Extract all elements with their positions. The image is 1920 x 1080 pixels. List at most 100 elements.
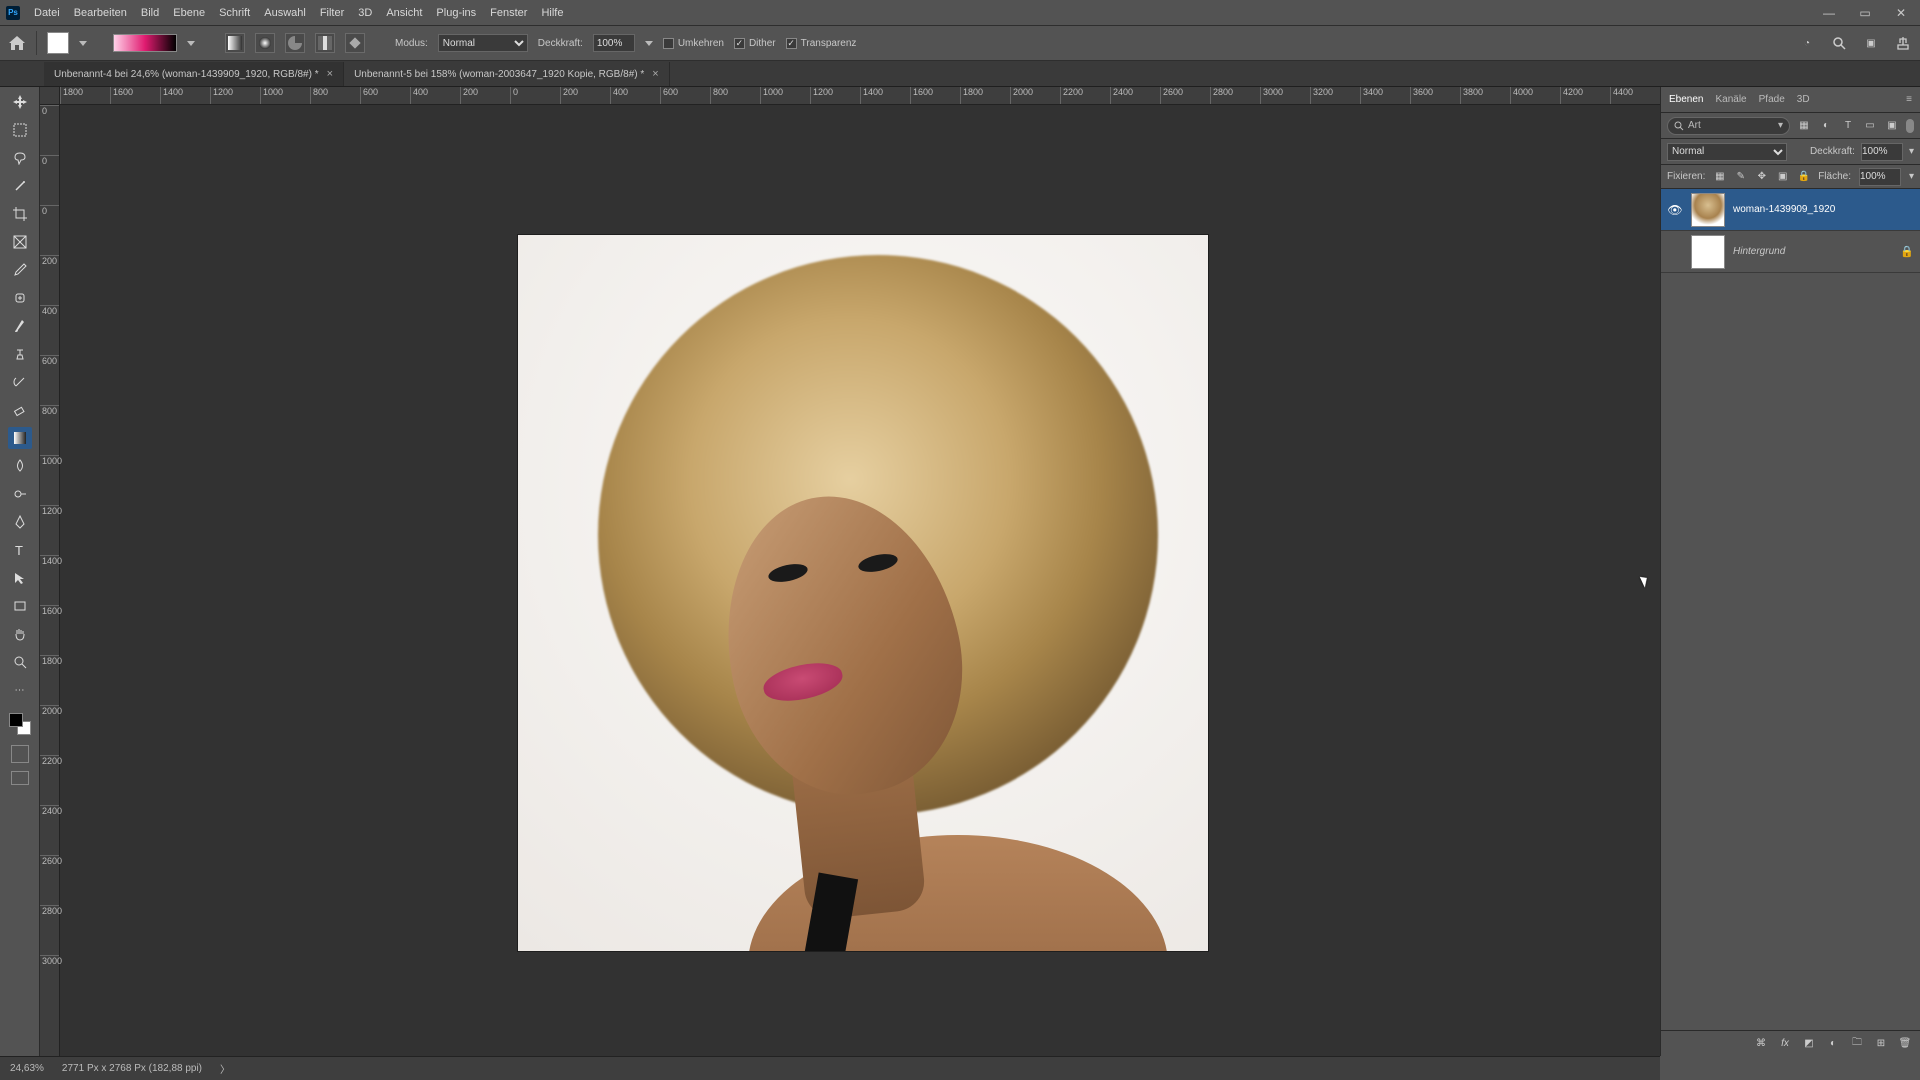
group-icon[interactable]: 🗀 — [1850, 1037, 1864, 1051]
transparenz-checkbox[interactable]: ✓ — [786, 38, 797, 49]
brush-tool[interactable] — [8, 315, 32, 337]
ruler-origin[interactable] — [40, 87, 60, 105]
filter-shape-icon[interactable]: ▭ — [1862, 118, 1878, 134]
lock-transparency-icon[interactable]: ▦ — [1713, 170, 1726, 184]
layer-row[interactable]: Hintergrund 🔒 — [1661, 231, 1920, 273]
marquee-tool[interactable] — [8, 119, 32, 141]
lock-pixels-icon[interactable]: ✎ — [1734, 170, 1747, 184]
chevron-down-icon[interactable] — [79, 41, 87, 46]
layer-name[interactable]: woman-1439909_1920 — [1733, 204, 1835, 215]
panel-menu-icon[interactable]: ≡ — [1906, 94, 1912, 105]
close-button[interactable]: ✕ — [1888, 6, 1914, 20]
layer-thumbnail[interactable] — [1691, 235, 1725, 269]
menu-bild[interactable]: Bild — [141, 7, 159, 19]
menu-3d[interactable]: 3D — [358, 7, 372, 19]
chevron-down-icon[interactable]: ▾ — [1909, 171, 1914, 182]
crop-tool[interactable] — [8, 203, 32, 225]
filter-pixel-icon[interactable]: ▦ — [1796, 118, 1812, 134]
pen-tool[interactable] — [8, 511, 32, 533]
close-icon[interactable]: × — [652, 68, 658, 80]
share-icon[interactable] — [1894, 34, 1912, 52]
rectangle-tool[interactable] — [8, 595, 32, 617]
lasso-tool[interactable] — [8, 147, 32, 169]
tab-3d[interactable]: 3D — [1797, 94, 1810, 105]
quick-mask-toggle[interactable] — [11, 745, 29, 763]
lock-all-icon[interactable]: 🔒 — [1797, 170, 1810, 184]
chevron-right-icon[interactable]: 〉 — [220, 1061, 230, 1076]
lock-position-icon[interactable]: ✥ — [1755, 170, 1768, 184]
visibility-icon[interactable]: 👁 — [1667, 203, 1683, 217]
menu-bearbeiten[interactable]: Bearbeiten — [74, 7, 127, 19]
blend-mode-select[interactable]: Normal — [438, 34, 528, 52]
document-tab[interactable]: Unbenannt-4 bei 24,6% (woman-1439909_192… — [44, 62, 344, 86]
chevron-down-icon[interactable] — [645, 41, 653, 46]
adjustment-icon[interactable]: ◐ — [1826, 1037, 1840, 1051]
canvas-viewport[interactable] — [60, 105, 1660, 1056]
chevron-down-icon[interactable]: ▾ — [1909, 146, 1914, 157]
menu-ebene[interactable]: Ebene — [173, 7, 205, 19]
maximize-button[interactable]: ▭ — [1852, 6, 1878, 20]
opacity-input[interactable] — [593, 34, 635, 52]
menu-ansicht[interactable]: Ansicht — [386, 7, 422, 19]
menu-plugins[interactable]: Plug-ins — [436, 7, 476, 19]
eyedropper-tool[interactable] — [8, 259, 32, 281]
tab-kanaele[interactable]: Kanäle — [1715, 94, 1746, 105]
type-tool[interactable]: T — [8, 539, 32, 561]
lock-icon[interactable]: 🔒 — [1900, 245, 1914, 258]
menu-filter[interactable]: Filter — [320, 7, 344, 19]
filter-toggle[interactable] — [1906, 119, 1914, 133]
screen-mode-toggle[interactable] — [11, 771, 29, 785]
search-icon[interactable] — [1830, 34, 1848, 52]
layer-name[interactable]: Hintergrund — [1733, 246, 1785, 257]
artboard[interactable] — [518, 235, 1208, 951]
layer-fill-input[interactable] — [1859, 168, 1901, 186]
foreground-background-swatch[interactable] — [9, 713, 31, 735]
history-brush-tool[interactable] — [8, 371, 32, 393]
gradient-radial-button[interactable] — [255, 33, 275, 53]
menu-fenster[interactable]: Fenster — [490, 7, 527, 19]
menu-schrift[interactable]: Schrift — [219, 7, 250, 19]
gradient-angle-button[interactable] — [285, 33, 305, 53]
menu-auswahl[interactable]: Auswahl — [264, 7, 306, 19]
gradient-reflected-button[interactable] — [315, 33, 335, 53]
mask-icon[interactable]: ◩ — [1802, 1037, 1816, 1051]
layer-thumbnail[interactable] — [1691, 193, 1725, 227]
ruler-vertical[interactable]: 0002004006008001000120014001600180020002… — [40, 105, 60, 1056]
filter-smart-icon[interactable]: ▣ — [1884, 118, 1900, 134]
umkehren-checkbox[interactable] — [663, 38, 674, 49]
menu-datei[interactable]: Datei — [34, 7, 60, 19]
layer-blend-select[interactable]: Normal — [1667, 143, 1787, 161]
zoom-tool[interactable] — [8, 651, 32, 673]
magic-wand-tool[interactable] — [8, 175, 32, 197]
chevron-down-icon[interactable] — [187, 41, 195, 46]
document-tab[interactable]: Unbenannt-5 bei 158% (woman-2003647_1920… — [344, 62, 670, 86]
fx-icon[interactable]: fx — [1778, 1037, 1792, 1051]
link-layers-icon[interactable]: ⌘ — [1754, 1037, 1768, 1051]
gradient-preview[interactable] — [113, 34, 177, 52]
home-icon[interactable] — [8, 34, 26, 52]
path-selection-tool[interactable] — [8, 567, 32, 589]
lock-artboard-icon[interactable]: ▣ — [1776, 170, 1789, 184]
cloud-icon[interactable]: ◔ — [1798, 34, 1816, 52]
gradient-tool[interactable] — [8, 427, 32, 449]
frame-tool[interactable] — [8, 231, 32, 253]
healing-brush-tool[interactable] — [8, 287, 32, 309]
blur-tool[interactable] — [8, 455, 32, 477]
layer-filter-input[interactable]: Art▾ — [1667, 117, 1790, 135]
filter-adjust-icon[interactable]: ◐ — [1818, 118, 1834, 134]
layer-row[interactable]: 👁 woman-1439909_1920 — [1661, 189, 1920, 231]
gradient-linear-button[interactable] — [225, 33, 245, 53]
eraser-tool[interactable] — [8, 399, 32, 421]
dither-checkbox[interactable]: ✓ — [734, 38, 745, 49]
dodge-tool[interactable] — [8, 483, 32, 505]
tool-preset-swatch[interactable] — [47, 32, 69, 54]
tab-ebenen[interactable]: Ebenen — [1669, 94, 1703, 105]
arrange-icon[interactable]: ▣ — [1862, 34, 1880, 52]
delete-icon[interactable]: 🗑 — [1898, 1037, 1912, 1051]
tab-pfade[interactable]: Pfade — [1759, 94, 1785, 105]
gradient-diamond-button[interactable] — [345, 33, 365, 53]
ruler-horizontal[interactable]: 1800160014001200100080060040020002004006… — [60, 87, 1660, 105]
minimize-button[interactable]: ― — [1816, 6, 1842, 20]
move-tool[interactable] — [8, 91, 32, 113]
close-icon[interactable]: × — [327, 68, 333, 80]
